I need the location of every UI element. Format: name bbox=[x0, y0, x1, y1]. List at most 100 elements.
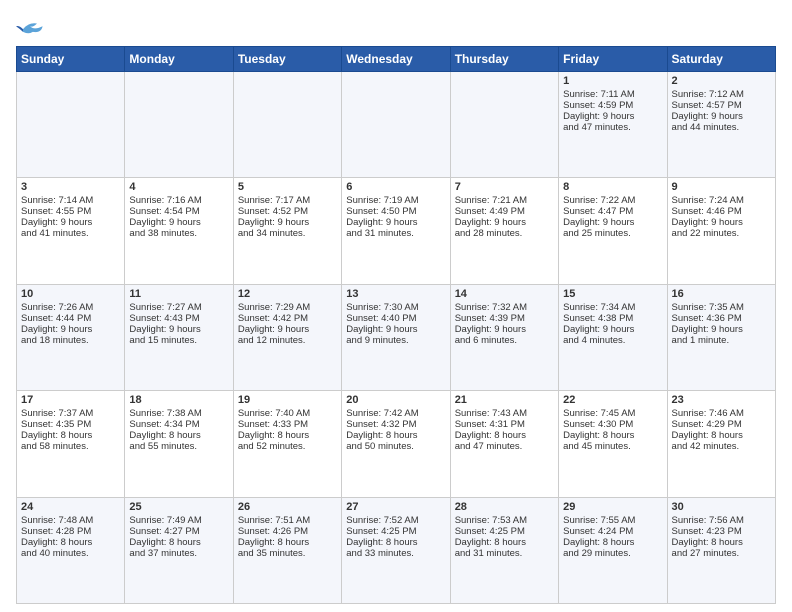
day-info-line: Daylight: 9 hours bbox=[672, 111, 771, 122]
calendar-cell: 6Sunrise: 7:19 AMSunset: 4:50 PMDaylight… bbox=[342, 178, 450, 284]
day-info-line: Sunset: 4:31 PM bbox=[455, 419, 554, 430]
day-info-line: and 28 minutes. bbox=[455, 228, 554, 239]
day-info-line: Sunrise: 7:35 AM bbox=[672, 302, 771, 313]
day-info-line: Sunrise: 7:12 AM bbox=[672, 89, 771, 100]
day-info-line: Sunset: 4:46 PM bbox=[672, 206, 771, 217]
calendar-cell: 17 Sunrise: 7:37 AMSunset: 4:35 PMDayligh… bbox=[17, 391, 125, 497]
day-info-line: Sunset: 4:36 PM bbox=[672, 313, 771, 324]
calendar-cell: 13Sunrise: 7:30 AMSunset: 4:40 PMDayligh… bbox=[342, 284, 450, 390]
day-info-line: Sunrise: 7:45 AM bbox=[563, 408, 662, 419]
day-number: 12 bbox=[238, 288, 337, 300]
day-info-line: Sunset: 4:44 PM bbox=[21, 313, 120, 324]
day-info-line: Daylight: 8 hours bbox=[21, 430, 120, 441]
day-info-line: Daylight: 9 hours bbox=[238, 217, 337, 228]
day-info-line: and 35 minutes. bbox=[238, 548, 337, 559]
day-info-line: Sunrise: 7:43 AM bbox=[455, 408, 554, 419]
page: SundayMondayTuesdayWednesdayThursdayFrid… bbox=[0, 0, 792, 612]
day-info-line: Sunset: 4:26 PM bbox=[238, 526, 337, 537]
day-info-line: and 47 minutes. bbox=[455, 441, 554, 452]
day-info-line: Daylight: 9 hours bbox=[346, 217, 445, 228]
day-number: 16 bbox=[672, 288, 771, 300]
day-info-line: and 47 minutes. bbox=[563, 122, 662, 133]
day-number: 15 bbox=[563, 288, 662, 300]
calendar-cell bbox=[342, 72, 450, 178]
day-number: 27 bbox=[346, 501, 445, 513]
day-number: 25 bbox=[129, 501, 228, 513]
day-info-line: Sunset: 4:59 PM bbox=[563, 100, 662, 111]
day-info-line: Sunrise: 7:37 AM bbox=[21, 408, 120, 419]
day-info-line: Sunset: 4:43 PM bbox=[129, 313, 228, 324]
day-info-line: Daylight: 9 hours bbox=[238, 324, 337, 335]
day-info-line: Sunrise: 7:38 AM bbox=[129, 408, 228, 419]
weekday-header-wednesday: Wednesday bbox=[342, 47, 450, 72]
calendar-cell: 7 Sunrise: 7:21 AMSunset: 4:49 PMDaylight… bbox=[450, 178, 558, 284]
calendar: SundayMondayTuesdayWednesdayThursdayFrid… bbox=[16, 46, 776, 604]
day-info-line: Daylight: 9 hours bbox=[129, 324, 228, 335]
day-info-line: and 31 minutes. bbox=[455, 548, 554, 559]
calendar-header: SundayMondayTuesdayWednesdayThursdayFrid… bbox=[17, 47, 776, 72]
day-info-line: Sunset: 4:32 PM bbox=[346, 419, 445, 430]
calendar-cell: 4Sunrise: 7:16 AMSunset: 4:54 PMDaylight… bbox=[125, 178, 233, 284]
day-info-line: Daylight: 8 hours bbox=[455, 537, 554, 548]
calendar-cell: 15Sunrise: 7:34 AMSunset: 4:38 PMDayligh… bbox=[559, 284, 667, 390]
calendar-cell: 2Sunrise: 7:12 AMSunset: 4:57 PMDaylight… bbox=[667, 72, 775, 178]
day-info-line: Daylight: 9 hours bbox=[129, 217, 228, 228]
weekday-row: SundayMondayTuesdayWednesdayThursdayFrid… bbox=[17, 47, 776, 72]
calendar-cell bbox=[450, 72, 558, 178]
day-info-line: Sunset: 4:27 PM bbox=[129, 526, 228, 537]
calendar-cell: 8Sunrise: 7:22 AMSunset: 4:47 PMDaylight… bbox=[559, 178, 667, 284]
day-info-line: and 40 minutes. bbox=[21, 548, 120, 559]
day-info-line: Sunset: 4:52 PM bbox=[238, 206, 337, 217]
day-info-line: Sunset: 4:30 PM bbox=[563, 419, 662, 430]
day-info-line: and 18 minutes. bbox=[21, 335, 120, 346]
day-info-line: Daylight: 8 hours bbox=[238, 537, 337, 548]
day-number: 21 bbox=[455, 394, 554, 406]
weekday-header-monday: Monday bbox=[125, 47, 233, 72]
day-info-line: Daylight: 9 hours bbox=[563, 111, 662, 122]
day-number: 5 bbox=[238, 181, 337, 193]
day-info-line: Sunrise: 7:30 AM bbox=[346, 302, 445, 313]
day-info-line: and 38 minutes. bbox=[129, 228, 228, 239]
day-number: 19 bbox=[238, 394, 337, 406]
day-info-line: Sunrise: 7:32 AM bbox=[455, 302, 554, 313]
day-info-line: Sunset: 4:49 PM bbox=[455, 206, 554, 217]
day-info-line: Sunset: 4:38 PM bbox=[563, 313, 662, 324]
day-number: 2 bbox=[672, 75, 771, 87]
day-info-line: and 45 minutes. bbox=[563, 441, 662, 452]
day-number: 1 bbox=[563, 75, 662, 87]
calendar-cell: 16 Sunrise: 7:35 AMSunset: 4:36 PMDayligh… bbox=[667, 284, 775, 390]
day-info-line: Sunrise: 7:21 AM bbox=[455, 195, 554, 206]
day-info-line: Sunrise: 7:56 AM bbox=[672, 515, 771, 526]
day-info-line: and 52 minutes. bbox=[238, 441, 337, 452]
day-info-line: and 31 minutes. bbox=[346, 228, 445, 239]
day-number: 17 bbox=[21, 394, 120, 406]
day-number: 7 bbox=[455, 181, 554, 193]
day-info-line: Daylight: 9 hours bbox=[21, 217, 120, 228]
week-row-1: 1Sunrise: 7:11 AMSunset: 4:59 PMDaylight… bbox=[17, 72, 776, 178]
day-number: 30 bbox=[672, 501, 771, 513]
day-info-line: Sunset: 4:29 PM bbox=[672, 419, 771, 430]
calendar-cell: 1 Sunrise: 7:11 AMSunset: 4:59 PMDaylight… bbox=[559, 72, 667, 178]
day-info-line: Sunrise: 7:14 AM bbox=[21, 195, 120, 206]
day-info-line: Sunrise: 7:46 AM bbox=[672, 408, 771, 419]
day-number: 13 bbox=[346, 288, 445, 300]
day-number: 8 bbox=[563, 181, 662, 193]
day-info-line: Sunset: 4:34 PM bbox=[129, 419, 228, 430]
day-info-line: Sunset: 4:50 PM bbox=[346, 206, 445, 217]
calendar-cell: 23Sunrise: 7:46 AMSunset: 4:29 PMDayligh… bbox=[667, 391, 775, 497]
day-number: 26 bbox=[238, 501, 337, 513]
calendar-cell: 27Sunrise: 7:52 AMSunset: 4:25 PMDayligh… bbox=[342, 497, 450, 603]
day-info-line: Sunrise: 7:51 AM bbox=[238, 515, 337, 526]
day-info-line: Daylight: 9 hours bbox=[455, 217, 554, 228]
day-info-line: Daylight: 9 hours bbox=[672, 324, 771, 335]
calendar-cell: 19Sunrise: 7:40 AMSunset: 4:33 PMDayligh… bbox=[233, 391, 341, 497]
day-info-line: Daylight: 8 hours bbox=[129, 430, 228, 441]
day-info-line: and 25 minutes. bbox=[563, 228, 662, 239]
day-info-line: Sunset: 4:35 PM bbox=[21, 419, 120, 430]
calendar-cell: 18Sunrise: 7:38 AMSunset: 4:34 PMDayligh… bbox=[125, 391, 233, 497]
day-number: 4 bbox=[129, 181, 228, 193]
week-row-2: 3Sunrise: 7:14 AMSunset: 4:55 PMDaylight… bbox=[17, 178, 776, 284]
day-info-line: and 34 minutes. bbox=[238, 228, 337, 239]
calendar-cell: 9Sunrise: 7:24 AMSunset: 4:46 PMDaylight… bbox=[667, 178, 775, 284]
day-info-line: Sunrise: 7:11 AM bbox=[563, 89, 662, 100]
